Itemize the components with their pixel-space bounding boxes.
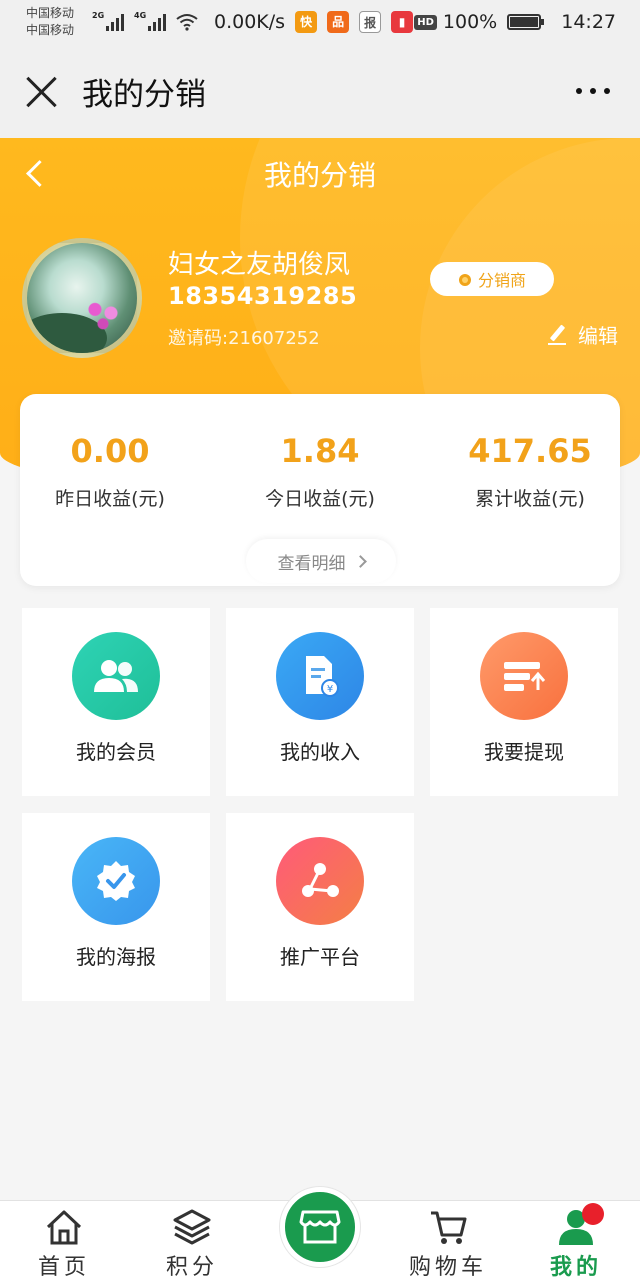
edit-label: 编辑: [578, 324, 618, 348]
nav-points[interactable]: 积分: [128, 1201, 256, 1280]
network-speed: 0.00K/s: [214, 11, 286, 33]
carrier-2: 中国移动: [26, 23, 75, 37]
yesterday-label: 昨日收益(元): [55, 488, 165, 510]
today-label: 今日收益(元): [265, 488, 375, 510]
wifi-icon: [176, 14, 198, 31]
status-bar: 中国移动 中国移动 2G 4G 0.00K/s 快 品 报 ▮ HD 100% …: [0, 0, 640, 44]
network-2g-label: 2G: [92, 11, 105, 20]
page-title: 我的分销: [82, 76, 206, 113]
today-earnings: 1.84 今日收益(元): [220, 432, 420, 511]
income-document-icon: ¥: [276, 632, 364, 720]
carrier-names: 中国移动 中国移动: [26, 5, 82, 39]
invite-code: 邀请码:21607252: [168, 328, 320, 349]
tile-my-poster[interactable]: 我的海报: [22, 813, 210, 1001]
signal-2g-icon: 2G: [92, 11, 124, 31]
tile-my-members[interactable]: 我的会员: [22, 608, 210, 796]
notification-dot: [582, 1203, 604, 1225]
yesterday-value: 0.00: [70, 432, 150, 470]
chevron-right-icon: [353, 554, 367, 568]
news-notification-icon: 报: [359, 11, 382, 33]
hd-icon: HD: [414, 14, 437, 30]
tile-label: 我的收入: [280, 740, 360, 764]
user-name: 妇女之友胡俊凤: [168, 250, 351, 280]
status-right: HD 100% 14:27: [414, 11, 616, 33]
tile-label: 我的海报: [76, 945, 156, 969]
nav-mine[interactable]: 我的: [512, 1201, 640, 1280]
clock: 14:27: [561, 11, 616, 33]
avatar[interactable]: [22, 238, 142, 358]
nav-points-label: 积分: [165, 1255, 218, 1280]
signal-4g-icon: 4G: [134, 11, 166, 31]
tile-label: 我的会员: [76, 740, 156, 764]
nav-cart-label: 购物车: [408, 1255, 487, 1280]
home-icon: [46, 1210, 82, 1245]
carrier-1: 中国移动: [26, 6, 75, 20]
dot-icon: [576, 88, 582, 94]
view-details-label: 查看明细: [277, 553, 346, 574]
share-icon: [276, 837, 364, 925]
bottom-nav: 首页 积分 购物车 我的: [0, 1187, 640, 1280]
tile-label: 推广平台: [280, 945, 360, 969]
storefront-icon: [299, 1210, 341, 1244]
title-bar: 我的分销: [0, 44, 640, 138]
book-notification-icon: ▮: [391, 11, 414, 33]
svg-text:¥: ¥: [327, 684, 333, 695]
verified-badge-icon: [72, 837, 160, 925]
shop-notification-icon: 品: [327, 11, 350, 33]
yesterday-earnings: 0.00 昨日收益(元): [10, 432, 210, 511]
tile-my-income[interactable]: ¥ 我的收入: [226, 608, 414, 796]
tile-withdraw[interactable]: 我要提现: [430, 608, 618, 796]
pencil-icon: [548, 325, 568, 345]
layers-icon: [173, 1209, 211, 1245]
nav-mine-label: 我的: [549, 1255, 602, 1280]
edit-button[interactable]: 编辑: [548, 320, 618, 349]
today-value: 1.84: [280, 432, 360, 470]
dot-icon: [604, 88, 610, 94]
network-4g-label: 4G: [134, 11, 147, 20]
members-icon: [72, 632, 160, 720]
cart-icon: [431, 1211, 467, 1244]
header-title: 我的分销: [263, 159, 376, 192]
store-button[interactable]: [280, 1187, 360, 1267]
battery-icon: [507, 14, 545, 30]
withdraw-icon: [480, 632, 568, 720]
battery-percent: 100%: [442, 11, 498, 33]
total-value: 417.65: [468, 432, 592, 470]
distributor-badge: 分销商: [430, 262, 554, 296]
nav-home[interactable]: 首页: [0, 1201, 128, 1280]
close-icon[interactable]: [24, 74, 58, 108]
tile-promotion-platform[interactable]: 推广平台: [226, 813, 414, 1001]
user-phone: 18354319285: [168, 282, 358, 310]
dot-icon: [590, 88, 596, 94]
total-label: 累计收益(元): [475, 488, 585, 510]
badge-label: 分销商: [477, 271, 526, 290]
view-details-button[interactable]: 查看明细: [246, 539, 396, 583]
medal-icon: [458, 271, 472, 287]
app-notification-icon: 快: [295, 11, 318, 33]
status-left: 中国移动 中国移动 2G 4G 0.00K/s 快 品 报 ▮: [26, 5, 414, 39]
nav-cart[interactable]: 购物车: [384, 1201, 512, 1280]
total-earnings: 417.65 累计收益(元): [430, 432, 630, 511]
earnings-card: 0.00 昨日收益(元) 1.84 今日收益(元) 417.65 累计收益(元)…: [20, 394, 620, 586]
tile-label: 我要提现: [484, 740, 564, 764]
nav-home-label: 首页: [37, 1255, 90, 1280]
more-options-button[interactable]: [570, 78, 616, 104]
